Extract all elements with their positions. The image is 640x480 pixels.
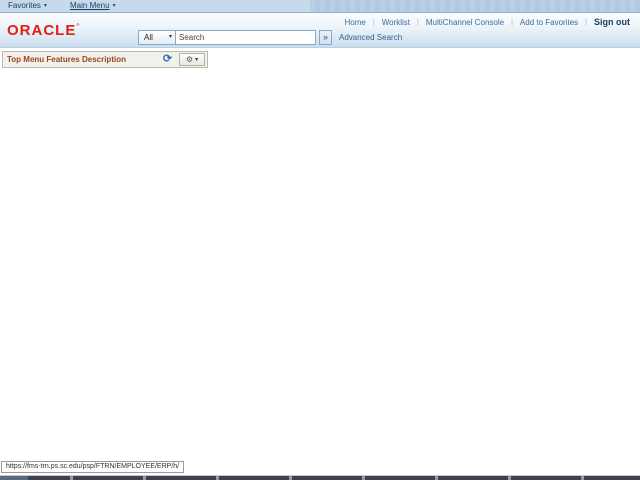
pagelet-header: Top Menu Features Description ⟳ ⚙ ▾ (2, 51, 208, 68)
chevron-down-icon: ▾ (112, 3, 116, 9)
portal-links: Home | Worklist | MultiChannel Console |… (345, 17, 630, 27)
chevron-down-icon: ▾ (43, 3, 47, 9)
main-menu-label: Main Menu (70, 1, 110, 10)
pagelet-options-button[interactable]: ⚙ ▾ (179, 53, 205, 66)
status-bar-url: https://fms-trn.ps.sc.edu/psp/FTRN/EMPLO… (1, 461, 185, 473)
chevron-down-icon: ▾ (195, 57, 199, 63)
link-separator: | (372, 18, 375, 26)
taskbar-start-segment (0, 476, 28, 480)
link-separator: | (511, 18, 513, 26)
main-menu[interactable]: Main Menu ▾ (70, 0, 116, 12)
oracle-logo: ORACLE® (7, 22, 80, 39)
taskbar-sliver (0, 475, 640, 480)
registered-mark: ® (76, 22, 81, 27)
favorites-menu[interactable]: Favorites ▾ (8, 0, 47, 12)
search-scope-select[interactable]: All ▾ (138, 30, 176, 45)
search-scope-value: All (144, 33, 153, 42)
refresh-icon[interactable]: ⟳ (161, 53, 174, 66)
link-worklist[interactable]: Worklist (382, 18, 410, 27)
pagelet-title: Top Menu Features Description (7, 55, 126, 64)
search-go-button[interactable]: » (319, 30, 332, 45)
peoplesoft-portal-page: Favorites ▾ Main Menu ▾ ORACLE® Home | Wor… (0, 0, 640, 480)
topbar-texture (310, 0, 640, 12)
oracle-logo-text: ORACLE (7, 22, 77, 39)
search-input[interactable] (175, 30, 316, 45)
favorites-menu-label: Favorites (8, 1, 41, 10)
portal-header: ORACLE® Home | Worklist | MultiChannel C… (0, 13, 640, 48)
top-menu-bar: Favorites ▾ Main Menu ▾ (0, 0, 640, 13)
link-multichannel-console[interactable]: MultiChannel Console (426, 18, 504, 27)
link-home[interactable]: Home (345, 18, 366, 27)
chevron-down-icon: ▾ (168, 34, 172, 40)
link-separator: | (585, 18, 587, 26)
advanced-search-link[interactable]: Advanced Search (339, 33, 402, 42)
content-area: Top Menu Features Description ⟳ ⚙ ▾ (0, 49, 640, 460)
gear-icon: ⚙ (185, 55, 194, 64)
sign-out-link[interactable]: Sign out (594, 17, 630, 27)
link-add-to-favorites[interactable]: Add to Favorites (520, 18, 578, 27)
link-separator: | (417, 18, 419, 26)
